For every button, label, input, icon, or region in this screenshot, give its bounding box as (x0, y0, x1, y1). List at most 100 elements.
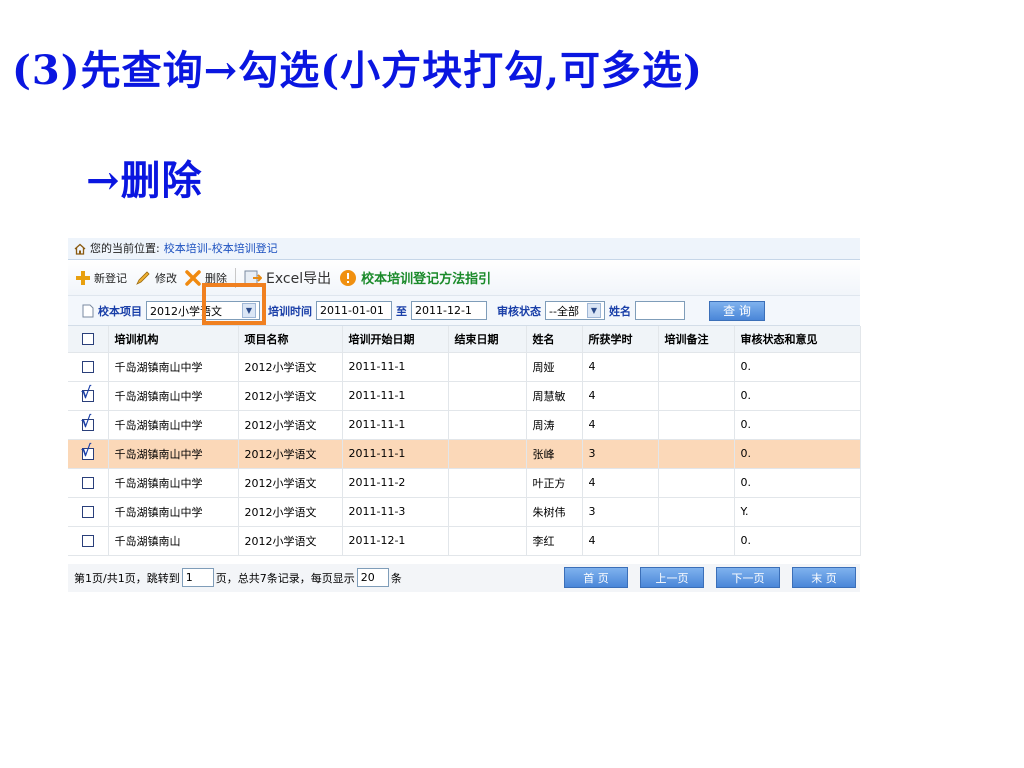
table-cell: 2012小学语文 (238, 526, 343, 556)
chevron-down-icon: ▼ (587, 303, 601, 318)
select-all-checkbox[interactable] (81, 333, 94, 346)
table-cell (658, 410, 735, 440)
table-cell (448, 439, 527, 469)
new-registration-label: 新登记 (94, 271, 127, 285)
column-header: 项目名称 (238, 326, 343, 353)
row-checkbox-cell[interactable] (68, 497, 109, 527)
table-cell: 周涛 (526, 410, 583, 440)
table-cell (658, 468, 735, 498)
registration-guide-button[interactable]: 校本培训登记方法指引 (339, 268, 491, 287)
table-cell (658, 381, 735, 411)
new-registration-button[interactable]: 新登记 (76, 270, 127, 286)
row-checkbox[interactable]: √ (81, 441, 94, 460)
row-checkbox-cell[interactable]: √ (68, 381, 109, 411)
table-cell: 2011-11-2 (342, 468, 449, 498)
table-row[interactable]: 千岛湖镇南山中学 2012小学语文 2011-11-1 周娅 4 0. (68, 352, 861, 382)
time-from-input[interactable]: 2011-01-01 (316, 301, 392, 320)
table-row[interactable]: 千岛湖镇南山 2012小学语文 2011-12-1 李红 4 0. (68, 526, 861, 556)
table-row[interactable]: √ 千岛湖镇南山中学 2012小学语文 2011-11-1 周慧敏 4 0. (68, 381, 861, 411)
last-page-button[interactable]: 末 页 (792, 567, 856, 588)
home-icon (74, 243, 86, 255)
table-cell (448, 410, 527, 440)
registration-guide-label: 校本培训登记方法指引 (361, 272, 492, 287)
plus-icon (76, 270, 90, 285)
table-cell (448, 352, 527, 382)
table-cell: 3 (582, 497, 659, 527)
column-header: 审核状态和意见 (734, 326, 861, 353)
table-cell (448, 497, 527, 527)
row-checkbox-cell[interactable] (68, 526, 109, 556)
row-checkbox-cell[interactable]: √ (68, 410, 109, 440)
table-cell: 千岛湖镇南山中学 (108, 439, 239, 469)
row-checkbox-cell[interactable] (68, 352, 109, 382)
document-icon (82, 304, 94, 317)
row-checkbox[interactable]: √ (81, 383, 94, 402)
edit-label: 修改 (155, 271, 177, 285)
table-cell: 3 (582, 439, 659, 469)
status-select-value: --全部 (549, 304, 579, 318)
row-checkbox-cell[interactable] (68, 468, 109, 498)
column-header: 所获学时 (582, 326, 659, 353)
column-header: 培训开始日期 (342, 326, 449, 353)
next-page-button[interactable]: 下一页 (716, 567, 780, 588)
time-to-label: 至 (396, 304, 407, 318)
table-row[interactable]: √ 千岛湖镇南山中学 2012小学语文 2011-11-1 张峰 3 0. (68, 439, 861, 469)
table-cell: 李红 (526, 526, 583, 556)
filter-bar: 校本项目 2012小学语文 ▼ 培训时间 2011-01-01 至 2011-1… (68, 296, 860, 326)
table-cell: 叶正方 (526, 468, 583, 498)
table-cell: 2011-11-1 (342, 410, 449, 440)
table-cell: 0. (734, 352, 861, 382)
row-checkbox[interactable] (81, 361, 94, 373)
table-cell: 2012小学语文 (238, 468, 343, 498)
breadcrumb-path[interactable]: 校本培训-校本培训登记 (164, 238, 278, 260)
first-page-button[interactable]: 首 页 (564, 567, 628, 588)
table-cell: 千岛湖镇南山中学 (108, 410, 239, 440)
table-row[interactable]: √ 千岛湖镇南山中学 2012小学语文 2011-11-1 周涛 4 0. (68, 410, 861, 440)
table-cell: 4 (582, 526, 659, 556)
page-jump-input[interactable]: 1 (181, 568, 214, 587)
query-button[interactable]: 查 询 (709, 300, 765, 321)
table-cell: 2011-11-1 (342, 439, 449, 469)
table-cell: 2012小学语文 (238, 381, 343, 411)
edit-button[interactable]: 修改 (135, 270, 177, 286)
table-cell (448, 381, 527, 411)
name-input[interactable] (635, 301, 685, 320)
select-all-cell[interactable] (68, 326, 109, 353)
delete-x-icon (185, 269, 201, 286)
table-cell: 4 (582, 352, 659, 382)
table-cell (658, 352, 735, 382)
table-cell: 张峰 (526, 439, 583, 469)
table-cell: 0. (734, 410, 861, 440)
pager-text-unit: 条 (390, 571, 402, 585)
row-checkbox[interactable] (81, 506, 94, 518)
table-cell: 2011-12-1 (342, 526, 449, 556)
info-icon (340, 269, 357, 286)
check-mark-icon: √ (80, 412, 92, 431)
table-cell: 0. (734, 439, 861, 469)
row-checkbox[interactable]: √ (81, 412, 94, 431)
prev-page-button[interactable]: 上一页 (640, 567, 704, 588)
page-size-input[interactable]: 20 (356, 568, 389, 587)
table-cell: 4 (582, 468, 659, 498)
row-checkbox[interactable] (81, 477, 94, 489)
table-cell: 2012小学语文 (238, 439, 343, 469)
status-select[interactable]: --全部 ▼ (545, 301, 605, 320)
table-body: 千岛湖镇南山中学 2012小学语文 2011-11-1 周娅 4 0. √ 千岛湖镇南山中学 2… (68, 352, 861, 556)
table-cell: 0. (734, 468, 861, 498)
table-cell: 0. (734, 381, 861, 411)
table-row[interactable]: 千岛湖镇南山中学 2012小学语文 2011-11-3 朱树伟 3 Y. (68, 497, 861, 527)
table-cell: 0. (734, 526, 861, 556)
check-mark-icon: √ (80, 383, 92, 402)
training-registration-panel: 您的当前位置: 校本培训-校本培训登记 新登记 修改 删除 Excel导出 校本… (68, 238, 861, 608)
breadcrumb-prefix: 您的当前位置: (90, 241, 160, 255)
excel-export-label: Excel导出 (266, 270, 332, 287)
table-cell (448, 468, 527, 498)
time-to-input[interactable]: 2011-12-1 (411, 301, 487, 320)
table-row[interactable]: 千岛湖镇南山中学 2012小学语文 2011-11-2 叶正方 4 0. (68, 468, 861, 498)
row-checkbox[interactable] (81, 535, 94, 547)
table-cell: 4 (582, 410, 659, 440)
pencil-icon (136, 270, 150, 285)
check-mark-icon: √ (80, 441, 92, 460)
row-checkbox-cell[interactable]: √ (68, 439, 109, 469)
table-cell (448, 526, 527, 556)
